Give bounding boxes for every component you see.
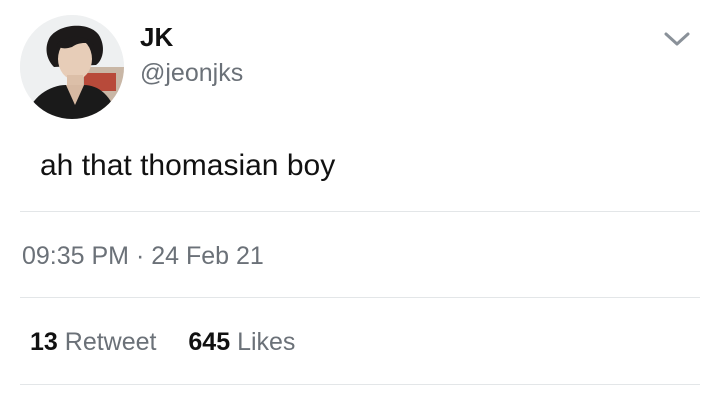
- tweet-timestamp[interactable]: 09:35 PM · 24 Feb 21: [22, 240, 264, 272]
- retweet-label: Retweet: [64, 328, 157, 356]
- tweet-card: JK @jeonjks ah that thomasian boy 09:35 …: [0, 0, 720, 405]
- tweet-stats: 13 Retweet 645 Likes: [30, 326, 295, 358]
- profile-photo: [20, 15, 124, 119]
- tweet-text: ah that thomasian boy: [40, 149, 336, 182]
- chevron-down-icon[interactable]: [660, 26, 694, 52]
- tweet-date: 24 Feb 21: [151, 242, 264, 270]
- likes-stat[interactable]: 645 Likes: [181, 328, 295, 356]
- user-handle[interactable]: @jeonjks: [140, 58, 243, 88]
- tweet-time: 09:35 PM: [22, 242, 130, 270]
- divider: [20, 384, 700, 385]
- divider: [20, 211, 700, 212]
- timestamp-separator: ·: [135, 242, 145, 270]
- avatar[interactable]: [20, 15, 124, 119]
- retweet-stat[interactable]: 13 Retweet: [30, 328, 163, 356]
- display-name[interactable]: JK: [140, 22, 173, 52]
- divider: [20, 297, 700, 298]
- likes-label: Likes: [237, 328, 296, 356]
- likes-count: 645: [188, 328, 231, 356]
- retweet-count: 13: [30, 328, 58, 356]
